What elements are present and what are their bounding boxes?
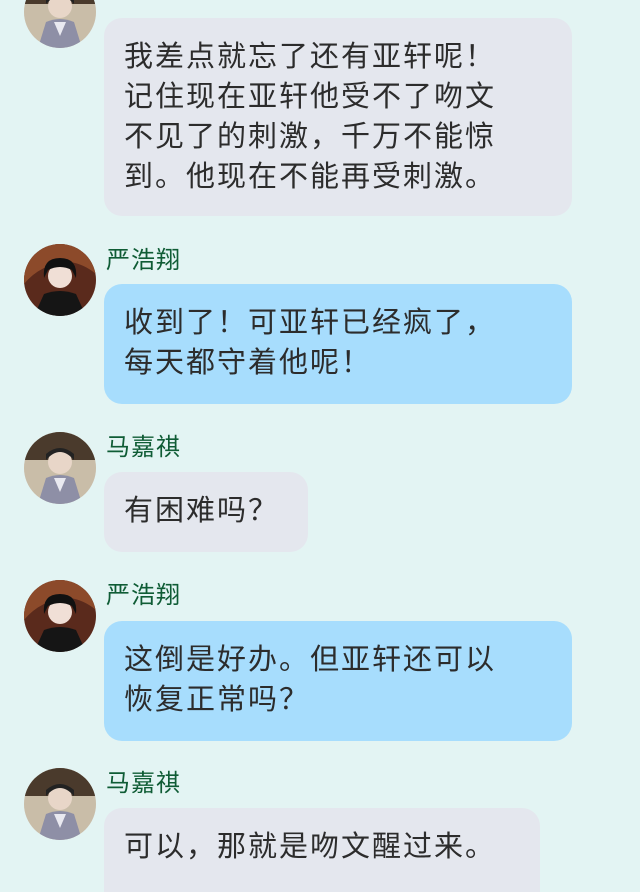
person-icon <box>24 244 96 316</box>
message-bubble[interactable]: 这倒是好办。但亚轩还可以 恢复正常吗？ <box>104 621 572 741</box>
chat-thread: 我差点就忘了还有亚轩呢！ 记住现在亚轩他受不了吻文 不见了的刺激，千万不能惊 到… <box>0 0 640 892</box>
avatar[interactable] <box>24 580 96 652</box>
avatar[interactable] <box>24 432 96 504</box>
message-line: 我差点就忘了还有亚轩呢！ <box>124 39 497 73</box>
sender-name: 严浩翔 <box>106 246 181 274</box>
avatar[interactable] <box>24 244 96 316</box>
person-icon <box>24 432 96 504</box>
sender-name: 马嘉祺 <box>106 433 181 461</box>
avatar[interactable] <box>24 768 96 840</box>
message-line: 可以，那就是吻文醒过来。 <box>124 829 497 863</box>
message-line: 这倒是好办。但亚轩还可以 <box>124 642 497 676</box>
sender-name: 马嘉祺 <box>106 769 181 797</box>
message-bubble[interactable]: 我差点就忘了还有亚轩呢！ 记住现在亚轩他受不了吻文 不见了的刺激，千万不能惊 到… <box>104 18 572 216</box>
message-line: 有困难吗？ <box>124 493 280 527</box>
message-line: 收到了！可亚轩已经疯了， <box>124 305 497 339</box>
avatar[interactable] <box>24 0 96 48</box>
message-line: 记住现在亚轩他受不了吻文 <box>124 79 497 113</box>
message-bubble[interactable]: 有困难吗？ <box>104 472 308 552</box>
message-line: 到。他现在不能再受刺激。 <box>124 159 497 193</box>
sender-name: 严浩翔 <box>106 581 181 609</box>
person-icon <box>24 768 96 840</box>
message-bubble[interactable]: 可以，那就是吻文醒过来。 <box>104 808 540 892</box>
message-line: 每天都守着他呢！ <box>124 345 373 379</box>
message-bubble[interactable]: 收到了！可亚轩已经疯了， 每天都守着他呢！ <box>104 284 572 404</box>
message-line: 不见了的刺激，千万不能惊 <box>124 119 497 153</box>
person-icon <box>24 580 96 652</box>
message-line: 恢复正常吗？ <box>124 682 311 716</box>
person-icon <box>24 0 96 48</box>
